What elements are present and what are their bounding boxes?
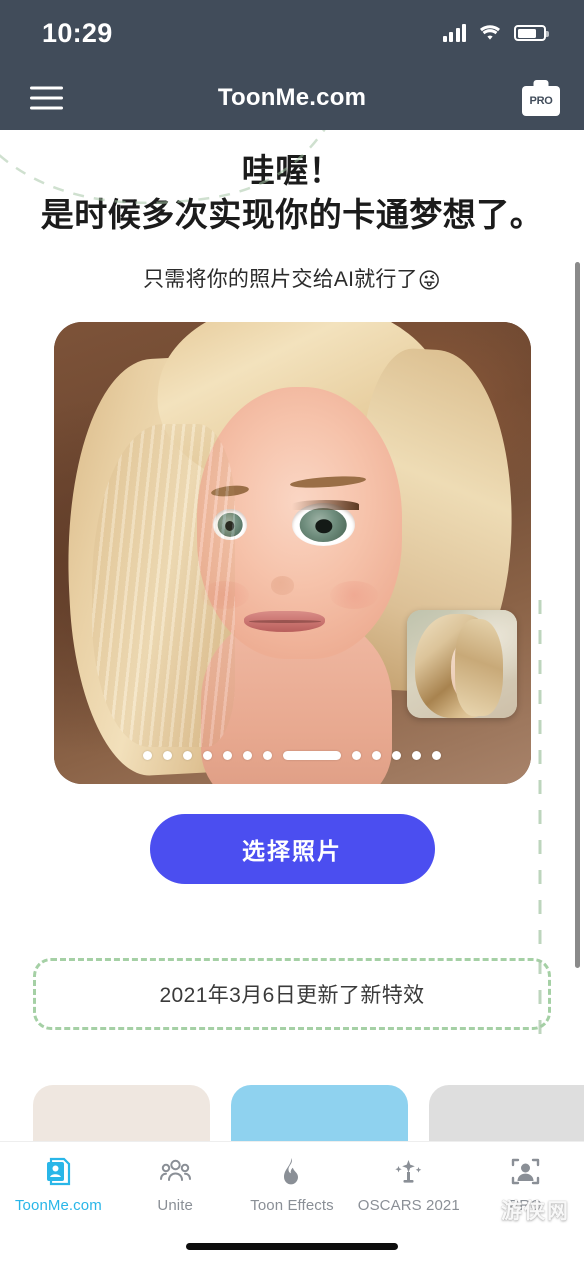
carousel-dot[interactable] <box>352 751 361 761</box>
tab-unite[interactable]: Unite <box>117 1155 234 1214</box>
effect-thumbnail-strip[interactable] <box>0 1085 584 1141</box>
tab-label: Unite <box>157 1197 193 1214</box>
people-group-icon <box>159 1155 192 1188</box>
carousel-dot[interactable] <box>392 751 401 761</box>
carousel-dot[interactable] <box>163 751 172 761</box>
update-notice-box: 2021年3月6日更新了新特效 <box>33 958 551 1031</box>
carousel-dot[interactable] <box>412 751 421 761</box>
carousel-dot[interactable] <box>143 751 152 761</box>
portrait-photo-icon <box>42 1155 75 1188</box>
carousel-pagination-dots[interactable] <box>54 751 531 761</box>
choose-photo-button[interactable]: 选择照片 <box>149 814 435 885</box>
sparkle-trophy-icon <box>392 1155 425 1188</box>
carousel-dot[interactable] <box>223 751 232 761</box>
tab-toon-effects[interactable]: Toon Effects <box>234 1155 351 1214</box>
cellular-signal-icon <box>442 24 466 42</box>
tab-label: Toon Effects <box>250 1197 334 1214</box>
tab-toonme[interactable]: ToonMe.com <box>0 1155 117 1214</box>
portrait-frame-icon <box>509 1155 542 1188</box>
carousel-dot[interactable] <box>183 751 192 761</box>
tab-label: OSCARS 2021 <box>357 1197 460 1214</box>
briefcase-pro-icon[interactable]: PRO <box>522 80 560 116</box>
tab-label: ToonMe.com <box>14 1197 102 1214</box>
effect-thumbnail[interactable] <box>231 1085 408 1141</box>
wifi-icon <box>480 25 500 40</box>
update-notice-text: 2021年3月6日更新了新特效 <box>159 984 425 1008</box>
hero-subtitle: 只需将你的照片交给AI就行了😜 <box>0 263 584 294</box>
app-header: ToonMe.com PRO <box>0 66 584 130</box>
home-indicator[interactable] <box>186 1243 398 1250</box>
tab-label: PRO <box>509 1197 542 1214</box>
before-after-carousel[interactable] <box>53 322 531 785</box>
carousel-inset-original-photo[interactable] <box>406 610 517 719</box>
app-screen: 10:29 ToonMe.com PRO 哇喔！ 是时候多次实现你的卡通梦想了。… <box>0 0 584 1263</box>
hamburger-menu-icon[interactable] <box>30 86 63 110</box>
battery-icon <box>514 25 549 41</box>
carousel-dot[interactable] <box>372 751 381 761</box>
flame-icon <box>275 1155 308 1188</box>
status-time: 10:29 <box>42 17 113 48</box>
vertical-scrollbar[interactable] <box>575 262 580 968</box>
bottom-tab-bar: ToonMe.com Unite Toon Effects OSCARS 202… <box>0 1141 584 1263</box>
hero-text-block: 哇喔！ 是时候多次实现你的卡通梦想了。 只需将你的照片交给AI就行了😜 <box>0 130 584 294</box>
tab-oscars-2021[interactable]: OSCARS 2021 <box>350 1155 467 1214</box>
cta-container: 选择照片 <box>0 814 584 885</box>
effect-thumbnail[interactable] <box>429 1085 584 1141</box>
carousel-dot[interactable] <box>203 751 212 761</box>
carousel-dot-active[interactable] <box>283 751 341 761</box>
wink-tongue-emoji-icon: 😜 <box>417 268 441 294</box>
status-bar: 10:29 <box>0 0 584 66</box>
hero-headline-line1: 哇喔！ <box>241 152 343 189</box>
main-content: 哇喔！ 是时候多次实现你的卡通梦想了。 只需将你的照片交给AI就行了😜 选择照片… <box>0 130 584 1141</box>
carousel-dot[interactable] <box>263 751 272 761</box>
hero-subtitle-text: 只需将你的照片交给AI就行了 <box>143 268 418 292</box>
effect-thumbnail[interactable] <box>33 1085 210 1141</box>
carousel-dot[interactable] <box>432 751 441 761</box>
status-indicators <box>442 24 549 42</box>
page-title: ToonMe.com <box>217 84 367 111</box>
tab-pro[interactable]: PRO <box>467 1155 584 1214</box>
hero-headline-line2: 是时候多次实现你的卡通梦想了。 <box>40 196 544 234</box>
pro-icon-label: PRO <box>529 95 553 107</box>
carousel-dot[interactable] <box>243 751 252 761</box>
